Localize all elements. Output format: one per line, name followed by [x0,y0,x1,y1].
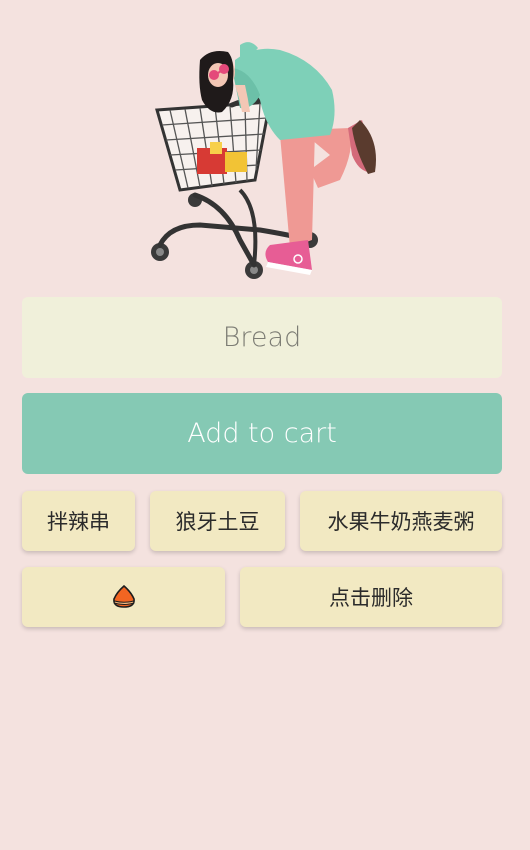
delete-button-label: 点击删除 [329,586,413,610]
cart-item-chip[interactable]: 拌辣串 [22,491,135,551]
shopping-cart-girl-illustration [151,42,376,279]
cart-item-chip[interactable]: 狼牙土豆 [150,491,285,551]
item-name-input[interactable] [22,297,502,378]
cart-item-chip[interactable]: 水果牛奶燕麦粥 [300,491,502,551]
delete-button[interactable]: 点击删除 [240,567,502,627]
add-to-cart-button[interactable]: Add to cart [22,393,502,474]
cart-item-label: 狼牙土豆 [175,510,260,534]
hero-illustration [140,40,390,285]
cart-item-label: 拌辣串 [47,510,110,534]
chestnut-icon [112,584,135,608]
cart-item-chip[interactable] [22,567,225,627]
cart-item-label: 水果牛奶燕麦粥 [327,510,475,534]
